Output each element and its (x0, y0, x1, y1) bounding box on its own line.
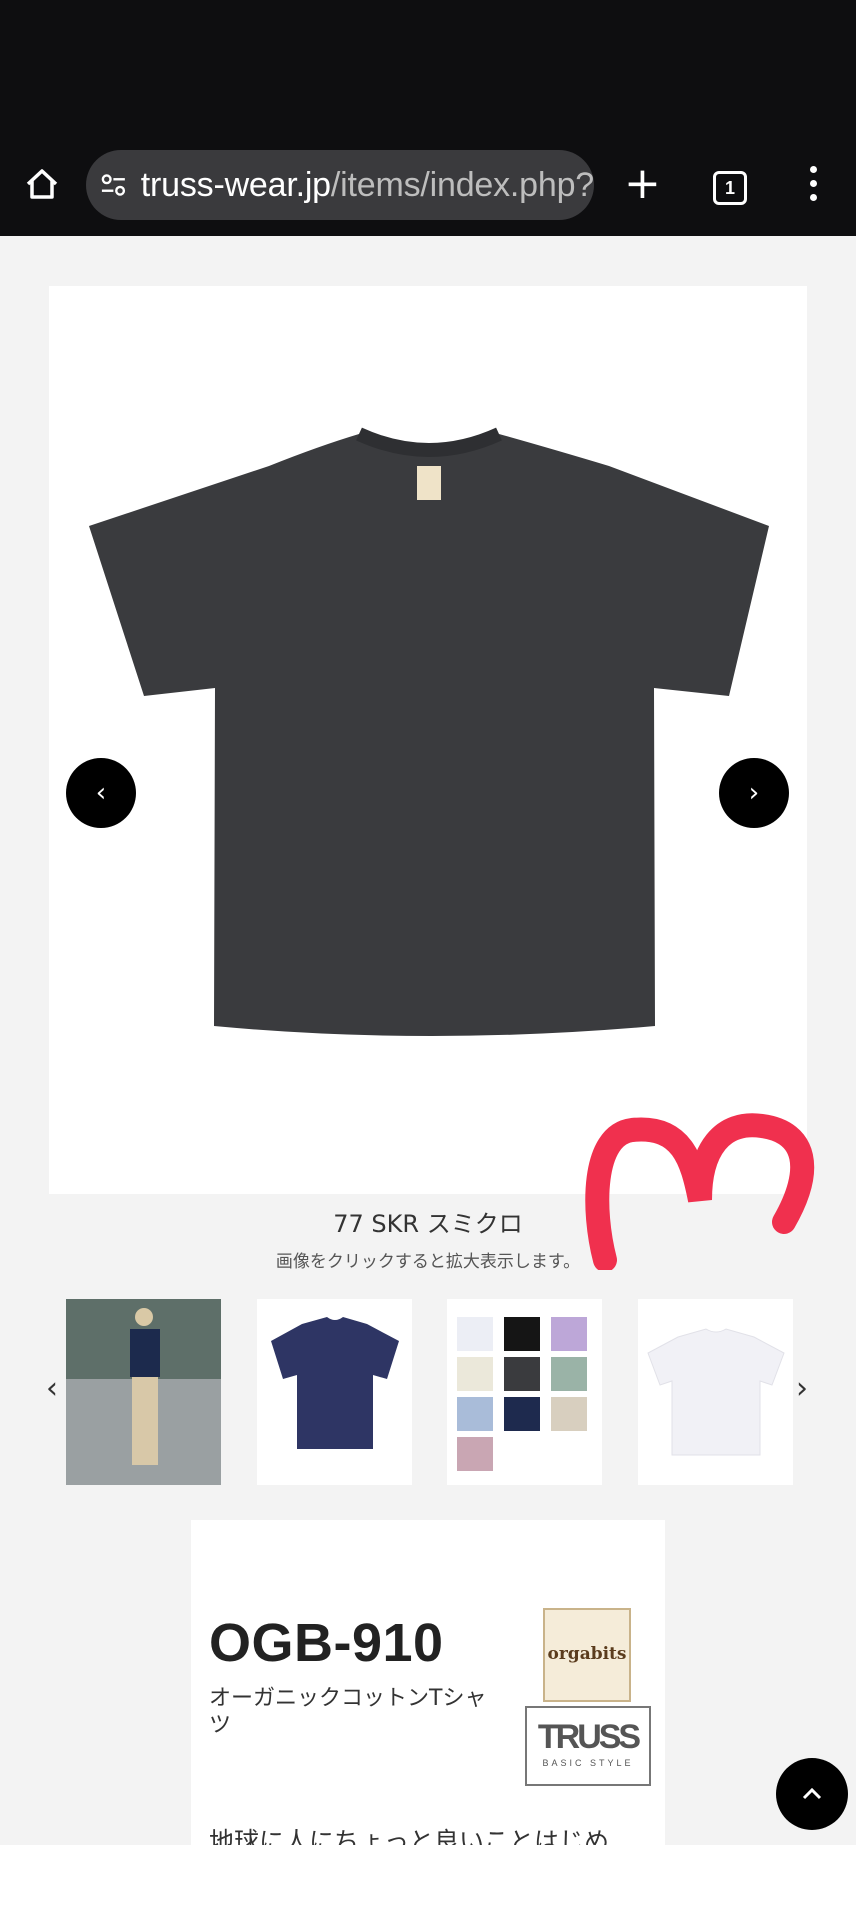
gallery-prev-button[interactable]: ‹ (66, 758, 136, 828)
site-settings-icon[interactable] (100, 171, 127, 199)
product-name: オーガニックコットンTシャツ (209, 1686, 487, 1738)
address-bar[interactable]: truss-wear.jp/items/index.php? (86, 150, 594, 220)
handwritten-mark (585, 1113, 815, 1270)
chevron-up-icon (802, 1787, 822, 1800)
url-host: truss-wear.jp (140, 165, 331, 204)
thumbs-prev-button[interactable]: ‹ (46, 1371, 58, 1406)
thumbnail-color-variants[interactable] (447, 1299, 602, 1485)
orgabits-logo: orgabits (543, 1608, 631, 1702)
thumbnail-model[interactable] (66, 1299, 221, 1485)
url-path: /items/index.php? (330, 165, 594, 204)
bottom-strip (0, 1845, 856, 1910)
thumbs-next-button[interactable]: › (796, 1371, 808, 1406)
new-tab-button[interactable]: + (624, 162, 661, 206)
thumbnail-white-shirt[interactable] (638, 1299, 793, 1485)
url-text: truss-wear.jp/items/index.php? (141, 166, 594, 205)
tshirt-image (89, 427, 769, 1036)
product-model: OGB-910 (209, 1613, 444, 1673)
gallery-next-button[interactable]: › (719, 758, 789, 828)
thumbnail-navy-shirt[interactable] (257, 1299, 412, 1485)
scroll-to-top-button[interactable] (776, 1758, 848, 1830)
home-icon[interactable] (22, 164, 62, 204)
product-main-image[interactable]: ‹ › (49, 286, 807, 1194)
browser-toolbar: truss-wear.jp/items/index.php? + 1 (0, 150, 856, 222)
more-menu-icon[interactable] (806, 166, 820, 206)
thumbnail-carousel: ‹ › (0, 1299, 856, 1485)
truss-logo: TRUSS BASIC STYLE (525, 1706, 651, 1786)
tab-switcher-button[interactable]: 1 (713, 171, 747, 205)
